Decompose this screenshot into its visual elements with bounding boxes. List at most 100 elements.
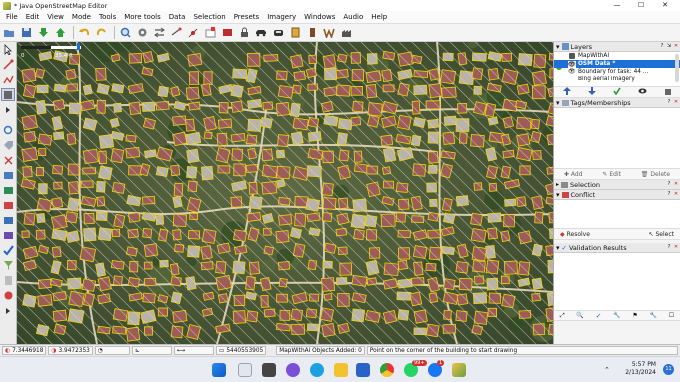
panel-help-icon[interactable]: ? [666,244,672,251]
delete-layer-icon[interactable] [664,87,672,97]
search-icon[interactable] [238,363,252,377]
lock-icon[interactable] [237,26,251,40]
menu-imagery[interactable]: Imagery [263,11,300,24]
menu-edit[interactable]: Edit [22,11,44,24]
download-icon[interactable] [36,26,50,40]
file-explorer-icon[interactable] [334,363,348,377]
menu-mode[interactable]: Mode [68,11,95,24]
collapse-icon[interactable]: ▾ [556,244,560,252]
notes-icon[interactable] [1,274,15,287]
map-view[interactable]: 0 35.4 ft [17,42,553,344]
panel-close-icon[interactable]: ✕ [673,191,679,198]
maximize-button[interactable]: ☐ [629,0,653,11]
layer-row[interactable]: Bing aerial imagery [554,76,680,82]
panel-help-icon[interactable]: ? [666,191,672,198]
ignore-icon[interactable]: ⚑ [632,312,637,319]
save-icon[interactable] [19,26,33,40]
panel-detach-icon[interactable]: ⇲ [666,43,672,50]
split-icon[interactable] [152,26,166,40]
relation-icon[interactable] [1,154,15,167]
collapse-icon[interactable]: ▾ [556,99,560,107]
panel-help-icon[interactable]: ? [659,43,665,50]
visibility-icon[interactable] [638,87,647,97]
chrome-icon[interactable] [380,363,394,377]
menu-windows[interactable]: Windows [300,11,339,24]
magnifier-icon[interactable]: 🔍 [576,312,583,319]
commands-icon[interactable] [1,199,15,212]
system-clock[interactable]: 5:57 PM 2/13/2024 [625,361,656,377]
task-view-icon[interactable] [262,363,276,377]
wrench-icon[interactable]: 🔧 [650,312,657,319]
draw-way-icon[interactable] [1,73,15,86]
add-node-icon[interactable] [186,26,200,40]
new-layer-icon[interactable] [203,26,217,40]
panel-help-icon[interactable]: ? [666,181,672,188]
menu-tools[interactable]: Tools [95,11,120,24]
validate-icon[interactable] [1,244,15,257]
menu-presets[interactable]: Presets [230,11,263,24]
notification-badge[interactable]: 11 [663,364,674,375]
info-sign-icon[interactable] [288,26,302,40]
validation-panel-header[interactable]: ▾ ✓ Validation Results ? ✕ [554,243,680,253]
tags-panel-header[interactable]: ▾ Tags/Memberships ? ✕ [554,98,680,108]
collapse-icon[interactable]: ▾ [556,43,560,51]
panel-close-icon[interactable]: ✕ [673,181,679,188]
layer-row-selected[interactable]: 👁 OSM Data * [554,60,680,68]
menu-audio[interactable]: Audio [339,11,367,24]
edit-tag-button[interactable]: ✎ Edit [602,171,621,178]
building-icon[interactable] [339,26,353,40]
car-front-icon[interactable] [271,26,285,40]
teams-icon[interactable] [286,363,300,377]
menu-data[interactable]: Data [165,11,190,24]
history-icon[interactable] [1,184,15,197]
conflict-panel-header[interactable]: ▾ Conflict ? ✕ [554,190,680,200]
activate-icon[interactable] [612,87,621,97]
building-tool-icon[interactable] [1,88,15,101]
warning-icon[interactable] [220,26,234,40]
minimize-button[interactable]: — [605,0,629,11]
add-tag-button[interactable]: ✚ Add [564,171,583,178]
select-icon[interactable] [1,43,15,56]
windows-start-icon[interactable] [212,363,226,377]
collapse-icon[interactable]: ▾ [556,191,560,199]
visibility-eye-icon[interactable]: 👁 [568,61,576,68]
preferences-icon[interactable] [135,26,149,40]
check-all-icon[interactable]: ☐ [669,312,674,319]
visibility-eye-icon[interactable]: 👁 [568,68,576,75]
draw-node-icon[interactable] [1,58,15,71]
menu-more-tools[interactable]: More tools [120,11,164,24]
panel-close-icon[interactable]: ✕ [673,99,679,106]
car-icon[interactable] [254,26,268,40]
move-down-icon[interactable] [587,87,596,97]
delete-tag-button[interactable]: 🗑 Delete [641,171,670,178]
edge-icon[interactable] [310,363,324,377]
system-tray-chevron-icon[interactable]: ⌃ [604,366,610,374]
resolve-button[interactable]: ◆ Resolve [560,231,590,238]
menu-selection[interactable]: Selection [189,11,229,24]
w-icon[interactable] [322,26,336,40]
layer-row[interactable]: 👁 Boundary for task: 44 ... [554,68,680,76]
selection-panel-header[interactable]: ▸ Selection ? ✕ [554,180,680,190]
upload-icon[interactable] [53,26,67,40]
author-icon[interactable] [1,214,15,227]
select-conflict-button[interactable]: ↖ Select [648,231,674,238]
move-icon[interactable] [169,26,183,40]
expand-icon[interactable]: ▸ [556,181,559,188]
close-button[interactable]: ✕ [653,0,677,11]
filter-funnel-icon[interactable] [1,259,15,272]
panel-close-icon[interactable]: ✕ [673,43,679,50]
open-icon[interactable] [2,26,16,40]
panel-close-icon[interactable]: ✕ [673,244,679,251]
word-icon[interactable] [356,363,370,377]
validate-check-icon[interactable]: ✓ [596,312,602,320]
josm-taskbar-icon[interactable] [452,363,466,377]
move-up-icon[interactable] [562,87,571,97]
zoom-tool-icon[interactable] [1,124,15,137]
map-paint-icon[interactable] [1,289,15,302]
zoom-to-problem-icon[interactable]: ⤢ [560,312,565,320]
menu-view[interactable]: View [43,11,68,24]
changeset-icon[interactable] [1,229,15,242]
redo-icon[interactable] [94,26,108,40]
layers-panel-header[interactable]: ▾ Layers ? ⇲ ✕ [554,42,680,52]
tag-icon[interactable] [1,139,15,152]
